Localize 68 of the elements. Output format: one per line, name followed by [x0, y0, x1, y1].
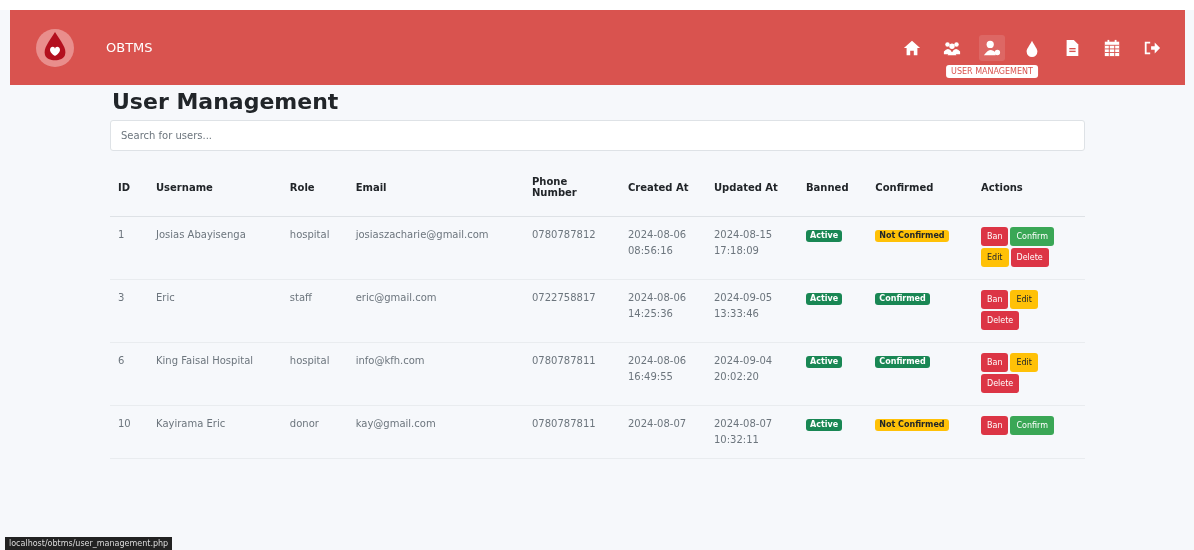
table-cell: 6 — [110, 342, 148, 406]
brand-name[interactable]: OBTMS — [106, 40, 153, 55]
table-cell: 2024-09-05 13:33:46 — [706, 279, 798, 343]
table-cell: 2024-08-06 16:49:55 — [620, 342, 706, 406]
table-cell: hospital — [281, 216, 348, 280]
user-settings-icon — [983, 38, 1001, 57]
table-cell: 10 — [110, 405, 148, 459]
status-badge: Active — [806, 419, 843, 432]
action-button[interactable]: Confirm — [1010, 416, 1054, 435]
home-icon — [903, 38, 921, 57]
table-cell: 2024-08-06 08:56:16 — [620, 216, 706, 280]
status-badge: Active — [806, 230, 843, 243]
column-header: Username — [148, 158, 282, 217]
action-button[interactable]: Ban — [981, 227, 1009, 246]
table-cell: kay@gmail.com — [347, 405, 524, 459]
status-badge: Not Confirmed — [875, 230, 949, 243]
table-cell: 0780787811 — [524, 405, 620, 459]
table-cell: 0780787811 — [524, 342, 620, 406]
user-gear-nav-button[interactable] — [979, 34, 1005, 61]
column-header: Email — [347, 158, 524, 217]
status-badge: Confirmed — [875, 356, 930, 369]
calendar-icon — [1103, 38, 1121, 57]
column-header: Role — [281, 158, 348, 217]
table-cell: 2024-08-15 17:18:09 — [706, 216, 798, 280]
action-button[interactable]: Delete — [1010, 248, 1049, 267]
table-cell: 0722758817 — [524, 279, 620, 343]
table-cell: staff — [281, 279, 348, 343]
table-cell: 2024-08-06 14:25:36 — [620, 279, 706, 343]
status-badge: Active — [806, 356, 843, 369]
table-cell: hospital — [281, 342, 348, 406]
action-button[interactable]: Ban — [981, 290, 1009, 309]
table-cell: 2024-09-04 20:02:20 — [706, 342, 798, 406]
table-cell: 2024-08-07 10:32:11 — [706, 405, 798, 459]
action-button[interactable]: Confirm — [1010, 227, 1054, 246]
status-badge: Active — [806, 293, 843, 306]
column-header: ID — [110, 158, 148, 217]
column-header: Actions — [973, 158, 1085, 217]
status-url: localhost/obtms/user_management.php — [5, 537, 173, 550]
action-button[interactable]: Edit — [981, 248, 1009, 267]
nav-tooltip: USER MANAGEMENT — [946, 64, 1038, 78]
action-button[interactable]: Edit — [1010, 353, 1038, 372]
table-cell: eric@gmail.com — [347, 279, 524, 343]
action-button[interactable]: Delete — [981, 374, 1020, 393]
action-button[interactable]: Delete — [981, 311, 1020, 330]
table-cell: Eric — [148, 279, 282, 343]
table-cell: 0780787812 — [524, 216, 620, 280]
column-header: Banned — [798, 158, 868, 217]
blood-drop-logo-icon — [35, 27, 75, 68]
column-header: Confirmed — [867, 158, 973, 217]
table-cell: josiaszacharie@gmail.com — [347, 216, 524, 280]
table-cell: 2024-08-07 — [620, 405, 706, 459]
table-cell: donor — [281, 405, 348, 459]
status-badge: Confirmed — [875, 293, 930, 306]
action-button[interactable]: Ban — [981, 353, 1009, 372]
column-header: Phone Number — [524, 158, 620, 217]
table-cell: 3 — [110, 279, 148, 343]
status-badge: Not Confirmed — [875, 419, 949, 432]
action-button[interactable]: Ban — [981, 416, 1009, 435]
table-cell: Kayirama Eric — [148, 405, 282, 459]
column-header: Created At — [620, 158, 706, 217]
search-field[interactable]: Search for users... — [110, 120, 1085, 151]
table-cell: Josias Abayisenga — [148, 216, 282, 280]
table-cell: info@kfh.com — [347, 342, 524, 406]
table-cell: 1 — [110, 216, 148, 280]
table-cell: King Faisal Hospital — [148, 342, 282, 406]
page-title: User Management — [112, 89, 340, 114]
action-button[interactable]: Edit — [1010, 290, 1038, 309]
column-header: Updated At — [706, 158, 798, 217]
